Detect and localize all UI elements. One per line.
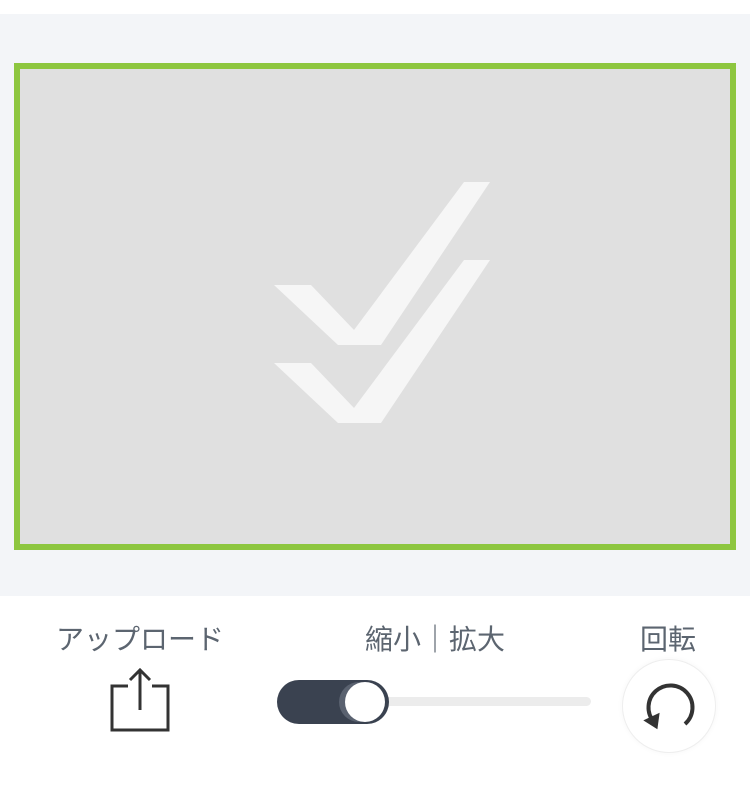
top-band [0,0,750,14]
upload-label: アップロード [55,623,224,656]
control-bar: アップロード 縮小｜拡大 回転 [0,596,750,801]
zoom-slider-knob[interactable] [345,682,385,722]
share-upload-icon [110,667,170,732]
image-crop-frame[interactable] [14,63,736,550]
rotate-icon [643,683,695,730]
double-checkmark-logo-icon [274,182,490,423]
upload-button[interactable] [106,666,174,734]
zoom-slider[interactable] [277,680,592,724]
zoom-label: 縮小｜拡大 [364,623,505,656]
rotate-label: 回転 [639,623,696,656]
rotate-button[interactable] [622,659,716,753]
